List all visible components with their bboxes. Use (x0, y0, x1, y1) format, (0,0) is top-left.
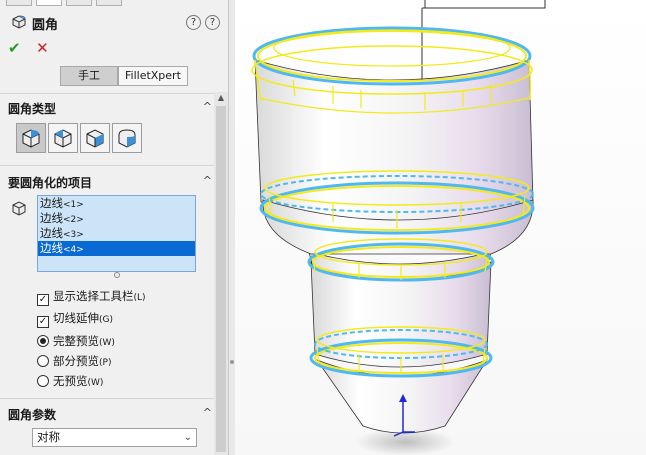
tangent-propagation-checkbox[interactable]: ✓ 切线延伸(G) (37, 310, 113, 328)
property-manager: 圆角 ?? ✔ ✕ 手工 FilletXpert 圆角类型 ^ 要圆角化的项目 … (0, 0, 229, 455)
collapse-icon[interactable]: ^ (203, 174, 212, 187)
list-item[interactable]: 边线<1> (38, 196, 195, 211)
list-item-selected[interactable]: 边线<4> (38, 241, 195, 256)
tab-dimxpert-manager[interactable] (96, 0, 122, 6)
feature-header: 圆角 ?? (8, 12, 220, 33)
tab-manual[interactable]: 手工 (60, 66, 118, 86)
section-title: 圆角类型 (8, 102, 57, 116)
panel-splitter[interactable] (229, 0, 235, 455)
action-buttons: ✔ ✕ (8, 39, 49, 57)
collapse-icon[interactable]: ^ (203, 100, 212, 113)
edge-selection-icon (12, 201, 26, 216)
tab-configuration-manager[interactable] (66, 0, 92, 6)
annotation-box (424, 0, 546, 9)
divider (0, 93, 214, 94)
radio-icon (37, 355, 49, 367)
tab-feature-manager[interactable] (6, 0, 32, 6)
constant-size-fillet-button[interactable] (16, 123, 46, 153)
divider (0, 165, 214, 166)
whats-new-icon[interactable]: ? (205, 15, 220, 30)
full-round-fillet-button[interactable] (112, 123, 142, 153)
face-fillet-button[interactable] (80, 123, 110, 153)
graphics-area[interactable] (229, 0, 646, 455)
section-fillet-parameters[interactable]: 圆角参数 ^ (8, 406, 212, 423)
variable-size-fillet-button[interactable] (48, 123, 78, 153)
mode-tabs: 手工 FilletXpert (60, 66, 188, 86)
radio-icon (37, 375, 49, 387)
full-round-fillet-icon (118, 129, 136, 148)
chevron-down-icon: ⌄ (183, 432, 192, 443)
constant-fillet-icon (22, 129, 40, 148)
section-title: 要圆角化的项目 (8, 176, 93, 190)
cancel-button[interactable]: ✕ (36, 39, 49, 57)
divider (0, 398, 214, 399)
edge-selection-list[interactable]: 边线<1> 边线<2> 边线<3> 边线<4> (37, 195, 196, 272)
top-rim-highlight (252, 26, 532, 86)
scroll-up-icon[interactable]: ▲ (216, 93, 226, 103)
list-item[interactable]: 边线<2> (38, 211, 195, 226)
radio-selected-icon (37, 335, 49, 347)
variable-fillet-icon (54, 129, 72, 148)
tab-property-manager[interactable] (36, 0, 62, 6)
list-resize-handle[interactable] (114, 272, 120, 278)
fillet-method-select[interactable]: 对称 ⌄ (32, 428, 197, 447)
scroll-thumb[interactable] (216, 106, 226, 452)
section-items-to-fillet[interactable]: 要圆角化的项目 ^ (8, 174, 212, 191)
manager-tabs (0, 0, 228, 6)
show-toolbar-checkbox[interactable]: ✓ 显示选择工具栏(L) (37, 288, 146, 306)
list-item[interactable]: 边线<3> (38, 226, 195, 241)
full-preview-radio[interactable]: 完整预览(W) (37, 333, 115, 349)
section-title: 圆角参数 (8, 408, 57, 422)
checkbox-checked-icon: ✓ (37, 294, 49, 306)
no-preview-radio[interactable]: 无预览(W) (37, 373, 103, 389)
panel-scrollbar[interactable]: ▲ (214, 92, 228, 455)
fillet-type-buttons (16, 123, 144, 153)
partial-preview-radio[interactable]: 部分预览(P) (37, 353, 111, 369)
splitter-grip-icon (230, 360, 234, 364)
tab-filletxpert[interactable]: FilletXpert (118, 66, 188, 86)
collapse-icon[interactable]: ^ (203, 406, 212, 419)
fillet-feature-icon (12, 15, 26, 29)
feature-title: 圆角 (32, 18, 59, 33)
ok-button[interactable]: ✔ (8, 39, 21, 57)
face-fillet-icon (86, 129, 104, 148)
section-fillet-type[interactable]: 圆角类型 ^ (8, 100, 212, 117)
checkbox-checked-icon: ✓ (37, 316, 49, 328)
top-rim-edge (257, 30, 527, 82)
help-icon[interactable]: ? (186, 15, 201, 30)
model-view (251, 0, 546, 455)
